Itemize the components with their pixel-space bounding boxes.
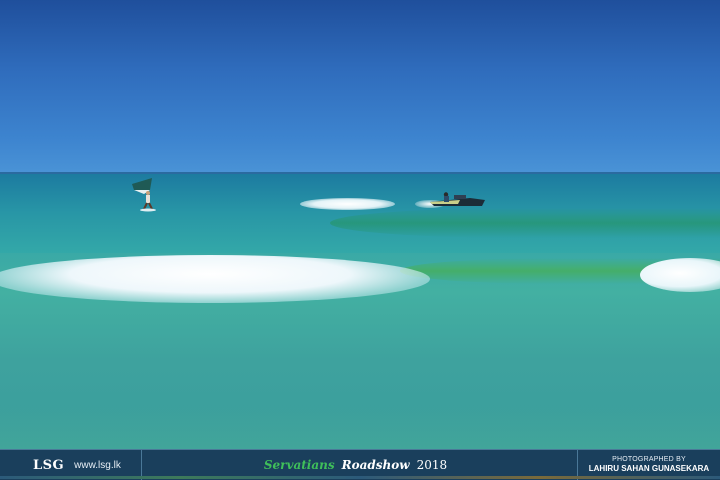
website-text: www.lsg.lk	[74, 459, 121, 471]
lsg-logo: LSG	[33, 457, 65, 473]
event-name-part2: Roadshow	[341, 458, 410, 472]
horizon-line	[0, 172, 720, 174]
rolling-wave-far	[330, 208, 720, 238]
event-name-part1: Servatians	[263, 458, 335, 472]
shoreline-water	[0, 405, 720, 449]
kitesurfer-figure	[132, 178, 156, 212]
jetski	[430, 192, 485, 206]
beach-photo	[0, 0, 720, 449]
breaking-wave-foam	[0, 255, 430, 303]
sky	[0, 0, 720, 173]
photo-credit-label: PHOTOGRAPHED BY	[612, 456, 686, 464]
boat-wake	[300, 198, 395, 210]
photographer-name: LAHIRU SAHAN GUNASEKARA	[588, 464, 710, 474]
event-year: 2018	[416, 458, 448, 472]
